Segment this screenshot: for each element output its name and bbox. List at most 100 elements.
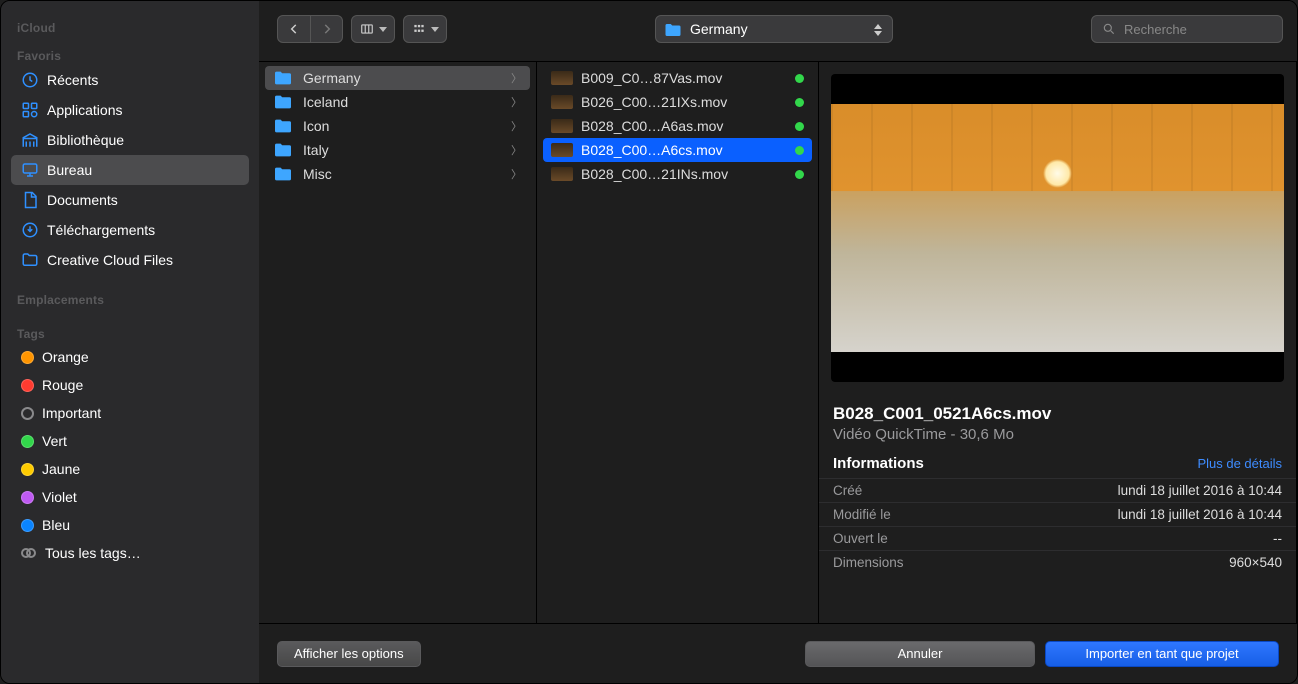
import-button[interactable]: Importer en tant que projet	[1045, 641, 1279, 667]
toolbar: Germany Recherche	[259, 1, 1297, 61]
chevron-right-icon: 〉	[511, 166, 522, 182]
folder-icon	[21, 251, 39, 269]
tag-empty-icon	[21, 407, 34, 420]
view-mode-columns	[351, 15, 395, 43]
file-label: B028_C00…A6cs.mov	[581, 142, 723, 158]
sidebar-item-label: Récents	[47, 72, 98, 88]
back-button[interactable]	[278, 16, 310, 42]
folder-item-icon[interactable]: Icon 〉	[265, 114, 530, 138]
path-dropdown[interactable]: Germany	[655, 15, 893, 43]
info-label: Dimensions	[833, 555, 904, 570]
folder-item-iceland[interactable]: Iceland 〉	[265, 90, 530, 114]
folder-item-misc[interactable]: Misc 〉	[265, 162, 530, 186]
sidebar-item-label: Téléchargements	[47, 222, 155, 238]
desktop-icon	[21, 161, 39, 179]
video-thumb-icon	[551, 95, 573, 109]
sidebar-item-documents[interactable]: Documents	[11, 185, 249, 215]
file-label: B028_C00…A6as.mov	[581, 118, 723, 134]
info-label: Créé	[833, 483, 862, 498]
file-item[interactable]: B009_C0…87Vas.mov	[543, 66, 812, 90]
sidebar-tag-all[interactable]: Tous les tags…	[11, 539, 249, 567]
sidebar-section-icloud: iCloud	[11, 15, 249, 37]
sidebar-item-label: Creative Cloud Files	[47, 252, 173, 268]
show-options-button[interactable]: Afficher les options	[277, 641, 421, 667]
sidebar-item-applications[interactable]: Applications	[11, 95, 249, 125]
cancel-button[interactable]: Annuler	[805, 641, 1035, 667]
sidebar-section-tags: Tags	[11, 321, 249, 343]
tag-dot-icon	[21, 463, 34, 476]
path-label: Germany	[690, 21, 748, 37]
file-item-selected[interactable]: B028_C00…A6cs.mov	[543, 138, 812, 162]
sidebar-tag-label: Vert	[42, 433, 67, 449]
sidebar-tag-vert[interactable]: Vert	[11, 427, 249, 455]
info-row: Créé lundi 18 juillet 2016 à 10:44	[819, 478, 1296, 502]
sidebar-item-telechargements[interactable]: Téléchargements	[11, 215, 249, 245]
folder-label: Germany	[303, 70, 361, 86]
sidebar-tag-label: Jaune	[42, 461, 80, 477]
green-tag-icon	[795, 74, 804, 83]
sidebar-item-label: Bureau	[47, 162, 92, 178]
tag-all-icon	[21, 546, 37, 560]
sidebar-tag-label: Important	[42, 405, 101, 421]
search-input[interactable]: Recherche	[1091, 15, 1283, 43]
folder-label: Iceland	[303, 94, 348, 110]
file-item[interactable]: B026_C00…21IXs.mov	[543, 90, 812, 114]
footer: Afficher les options Annuler Importer en…	[259, 623, 1297, 683]
file-column-2[interactable]: B009_C0…87Vas.mov B026_C00…21IXs.mov B02…	[537, 62, 819, 623]
sidebar-tag-label: Bleu	[42, 517, 70, 533]
folder-column-1[interactable]: Germany 〉 Iceland 〉 Icon 〉 Italy 〉	[259, 62, 537, 623]
forward-button[interactable]	[310, 16, 342, 42]
folder-item-italy[interactable]: Italy 〉	[265, 138, 530, 162]
view-mode-grid	[403, 15, 447, 43]
info-row: Ouvert le --	[819, 526, 1296, 550]
button-label: Importer en tant que projet	[1085, 646, 1238, 661]
sidebar-tag-bleu[interactable]: Bleu	[11, 511, 249, 539]
library-icon	[21, 131, 39, 149]
sidebar-item-label: Documents	[47, 192, 118, 208]
info-label: Ouvert le	[833, 531, 888, 546]
preview-image[interactable]	[831, 74, 1284, 382]
chevron-right-icon: 〉	[511, 94, 522, 110]
tag-dot-icon	[21, 379, 34, 392]
sidebar-tag-important[interactable]: Important	[11, 399, 249, 427]
preview-subtitle: Vidéo QuickTime - 30,6 Mo	[833, 426, 1282, 443]
info-row: Modifié le lundi 18 juillet 2016 à 10:44	[819, 502, 1296, 526]
dropdown-carets-icon	[870, 20, 886, 40]
preview-filename: B028_C001_0521A6cs.mov	[833, 404, 1282, 424]
file-item[interactable]: B028_C00…A6as.mov	[543, 114, 812, 138]
sidebar-item-library[interactable]: Bibliothèque	[11, 125, 249, 155]
file-label: B028_C00…21INs.mov	[581, 166, 728, 182]
sidebar-tag-label: Violet	[42, 489, 77, 505]
sidebar-item-label: Applications	[47, 102, 123, 118]
folder-label: Misc	[303, 166, 332, 182]
green-tag-icon	[795, 122, 804, 131]
file-item[interactable]: B028_C00…21INs.mov	[543, 162, 812, 186]
file-label: B009_C0…87Vas.mov	[581, 70, 722, 86]
document-icon	[21, 191, 39, 209]
download-icon	[21, 221, 39, 239]
main-area: Germany Recherche Germany 〉 Iceland 〉	[259, 1, 1297, 683]
sidebar-item-bureau[interactable]: Bureau	[11, 155, 249, 185]
more-details-link[interactable]: Plus de détails	[1197, 456, 1282, 471]
green-tag-icon	[795, 98, 804, 107]
video-thumb-icon	[551, 167, 573, 181]
tag-dot-icon	[21, 351, 34, 364]
sidebar-tag-orange[interactable]: Orange	[11, 343, 249, 371]
sidebar-tag-violet[interactable]: Violet	[11, 483, 249, 511]
sidebar-tag-rouge[interactable]: Rouge	[11, 371, 249, 399]
sidebar-tag-jaune[interactable]: Jaune	[11, 455, 249, 483]
view-grid-button[interactable]	[404, 16, 446, 42]
sidebar-item-creative-cloud[interactable]: Creative Cloud Files	[11, 245, 249, 275]
info-heading: Informations	[833, 455, 924, 472]
view-columns-button[interactable]	[352, 16, 394, 42]
apps-icon	[21, 101, 39, 119]
sidebar: iCloud Favoris Récents Applications Bibl…	[1, 1, 259, 683]
tag-dot-icon	[21, 519, 34, 532]
folder-icon	[273, 166, 293, 182]
chevron-right-icon: 〉	[511, 118, 522, 134]
sidebar-item-recents[interactable]: Récents	[11, 65, 249, 95]
folder-item-germany[interactable]: Germany 〉	[265, 66, 530, 90]
clock-icon	[21, 71, 39, 89]
file-label: B026_C00…21IXs.mov	[581, 94, 727, 110]
tag-dot-icon	[21, 491, 34, 504]
